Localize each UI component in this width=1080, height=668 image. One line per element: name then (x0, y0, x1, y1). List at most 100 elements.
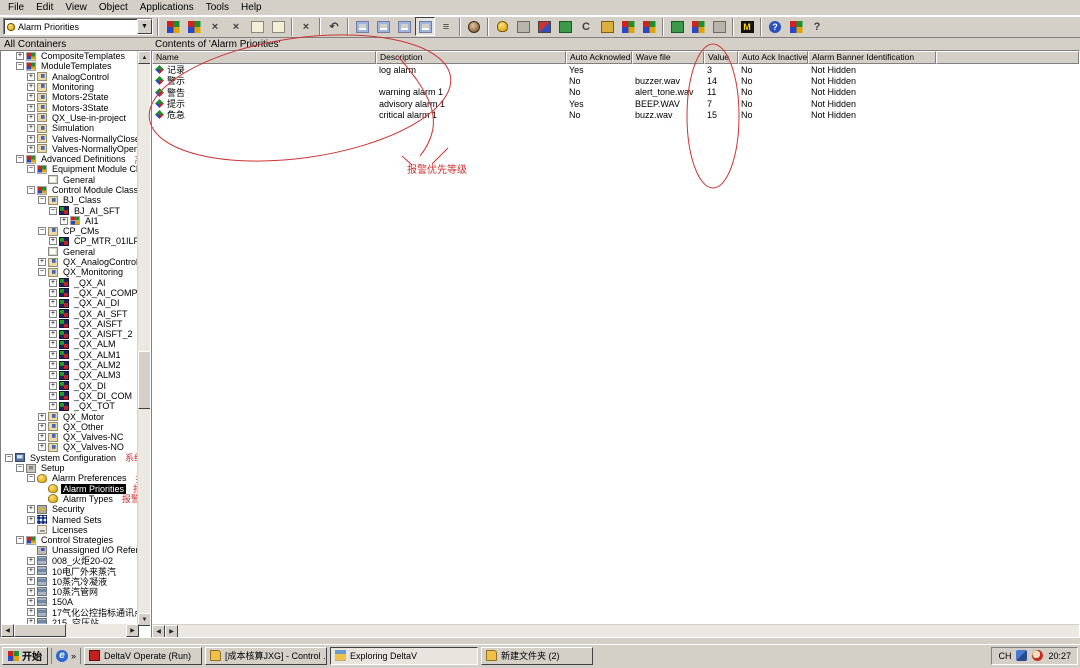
tree-node-label[interactable]: _QX_AI_DI (72, 298, 122, 308)
tree-item--qx-di-com[interactable]: +_QX_DI_COM (1, 391, 139, 401)
tree-node-label[interactable]: _QX_DI (72, 381, 108, 391)
tree-item-named-sets[interactable]: +Named Sets (1, 514, 139, 524)
expand-icon[interactable]: + (38, 413, 46, 421)
collapse-icon[interactable]: − (38, 227, 46, 235)
scroll-up-icon[interactable]: ▲ (138, 51, 151, 64)
expand-icon[interactable]: + (27, 577, 35, 585)
expand-icon[interactable]: + (27, 135, 35, 143)
tree-node-label[interactable]: _QX_AISFT_2 (72, 329, 135, 339)
tree-item--qx-tot[interactable]: +_QX_TOT (1, 401, 139, 411)
taskbar-task[interactable]: 新建文件夹 (2) (481, 647, 593, 665)
tree-item-advanced-definitions[interactable]: −Advanced Definitions高级别功能块 (1, 154, 139, 164)
green-table-button[interactable] (667, 17, 687, 36)
details-view-button[interactable] (415, 17, 435, 36)
module-table-alt-button[interactable] (639, 17, 659, 36)
tree-node-label[interactable]: _QX_AI_COMP (72, 288, 139, 298)
menu-tools[interactable]: Tools (200, 1, 235, 14)
collapse-icon[interactable]: − (27, 474, 35, 482)
tree-item--qx-ai-di[interactable]: + _QX_AI_DI (1, 298, 139, 308)
tree-item-cp-cms[interactable]: −CP_CMs (1, 226, 139, 236)
scroll-right-icon[interactable]: ▶ (165, 625, 178, 638)
tree-horizontal-scrollbar[interactable]: ◀ ▶ (1, 624, 139, 637)
collapse-icon[interactable]: − (16, 155, 24, 163)
scroll-down-icon[interactable]: ▼ (138, 613, 151, 626)
tree-item--qx-aisft[interactable]: +_QX_AISFT (1, 319, 139, 329)
container-combo[interactable]: Alarm Priorities ▼ (3, 18, 153, 35)
tree-node-label[interactable]: Setup (39, 463, 67, 473)
chevron-down-icon[interactable]: ▼ (137, 19, 152, 34)
expand-icon[interactable]: + (27, 73, 35, 81)
collapse-icon[interactable]: − (27, 165, 35, 173)
tree-item-licenses[interactable]: Licenses (1, 525, 139, 535)
cut-button[interactable]: × (205, 17, 225, 36)
tree-node-label[interactable]: _QX_ALM2 (72, 360, 123, 370)
tree-item-security[interactable]: +Security (1, 504, 139, 514)
tree-node-label[interactable]: _QX_ALM (72, 339, 118, 349)
collapse-icon[interactable]: − (16, 536, 24, 544)
expand-icon[interactable]: + (49, 382, 57, 390)
smalls-view-icon-button[interactable] (373, 17, 393, 36)
tree-node-label[interactable]: CP_MTR_01ILP (72, 236, 139, 246)
tree-item-compositetemplates[interactable]: +CompositeTemplates (1, 51, 139, 61)
expand-icon[interactable]: + (49, 340, 57, 348)
tree-node-label[interactable]: Motors-2State (50, 92, 111, 102)
tree-item-alarm-preferences[interactable]: −Alarm Preferences报警设置 (1, 473, 139, 483)
assign-user-button[interactable] (513, 17, 533, 36)
tree-node-label[interactable]: BJ_Class (61, 195, 103, 205)
tree-item--qx-alm[interactable]: + _QX_ALM (1, 339, 139, 349)
expand-icon[interactable]: + (27, 557, 35, 565)
table-row[interactable]: 危急critical alarm 1Nobuzz.wav15NoNot Hidd… (152, 109, 1079, 120)
tray-network-icon[interactable] (1016, 650, 1027, 661)
delete-selection-button[interactable]: × (226, 17, 246, 36)
collapse-icon[interactable]: − (16, 464, 24, 472)
tree-item-general[interactable]: General (1, 175, 139, 185)
tree-item-alarm-priorities[interactable]: Alarm Priorities报警等级 (1, 483, 139, 493)
tree-node-label[interactable]: QX_Other (61, 422, 106, 432)
tree-item-simulation[interactable]: +Simulation (1, 123, 139, 133)
tree-item-ai1[interactable]: +AI1 (1, 216, 139, 226)
tree-node-label[interactable]: QX_Valves-NC (61, 432, 125, 442)
tree-item-monitoring[interactable]: +Monitoring (1, 82, 139, 92)
tree-node-label[interactable]: _QX_ALM3 (72, 370, 123, 380)
tree-item-qx-motor[interactable]: + QX_Motor (1, 411, 139, 421)
expand-icon[interactable]: + (27, 567, 35, 575)
menu-file[interactable]: File (2, 1, 30, 14)
menu-edit[interactable]: Edit (30, 1, 59, 14)
paste-button[interactable] (268, 17, 288, 36)
tree-node-label[interactable]: Control Strategies (39, 535, 115, 545)
menu-help[interactable]: Help (235, 1, 268, 14)
tree-item-qx-analogcontrol[interactable]: +QX_AnalogControl (1, 257, 139, 267)
tree-item-qx-valves-no[interactable]: + QX_Valves-NO (1, 442, 139, 452)
expand-icon[interactable]: + (27, 83, 35, 91)
taskbar-task[interactable]: Exploring DeltaV (330, 647, 478, 665)
tree-item--qx-di[interactable]: + _QX_DI (1, 381, 139, 391)
tree-node-label[interactable]: QX_Valves-NO (61, 442, 126, 452)
menu-applications[interactable]: Applications (134, 1, 200, 14)
quick-launch-more[interactable]: » (71, 651, 76, 661)
expand-icon[interactable]: + (49, 299, 57, 307)
expand-icon[interactable]: + (49, 289, 57, 297)
expand-icon[interactable]: + (27, 145, 35, 153)
tree-node-label[interactable]: Alarm Preferences (50, 473, 129, 483)
column-header-wave-file[interactable]: Wave file (632, 51, 704, 64)
tree-item-moduletemplates[interactable]: −ModuleTemplates (1, 61, 139, 71)
expand-icon[interactable]: + (38, 443, 46, 451)
tree-item--qx-ai-comp[interactable]: + _QX_AI_COMP (1, 288, 139, 298)
tree-node-label[interactable]: Alarm Priorities (61, 484, 126, 494)
tree-item-qx-valves-nc[interactable]: +QX_Valves-NC (1, 432, 139, 442)
help-button[interactable]: ? (765, 17, 785, 36)
taskbar-task[interactable]: DeltaV Operate (Run) (84, 647, 202, 665)
expand-icon[interactable]: + (16, 52, 24, 60)
tree-item-valves-normallyclosed[interactable]: +Valves-NormallyClosed (1, 133, 139, 143)
expand-icon[interactable]: + (49, 392, 57, 400)
expand-icon[interactable]: + (27, 588, 35, 596)
sort-button[interactable]: ≡ (436, 17, 456, 36)
collapse-icon[interactable]: − (5, 454, 13, 462)
expand-icon[interactable]: + (49, 279, 57, 287)
expand-icon[interactable]: + (49, 310, 57, 318)
eraser-button[interactable] (534, 17, 554, 36)
tree-node-label[interactable]: QX_Motor (61, 412, 106, 422)
menu-view[interactable]: View (59, 1, 93, 14)
tree-item--qx-ai-sft[interactable]: +_QX_AI_SFT (1, 308, 139, 318)
tree-item--qx-alm1[interactable]: +_QX_ALM1 (1, 350, 139, 360)
